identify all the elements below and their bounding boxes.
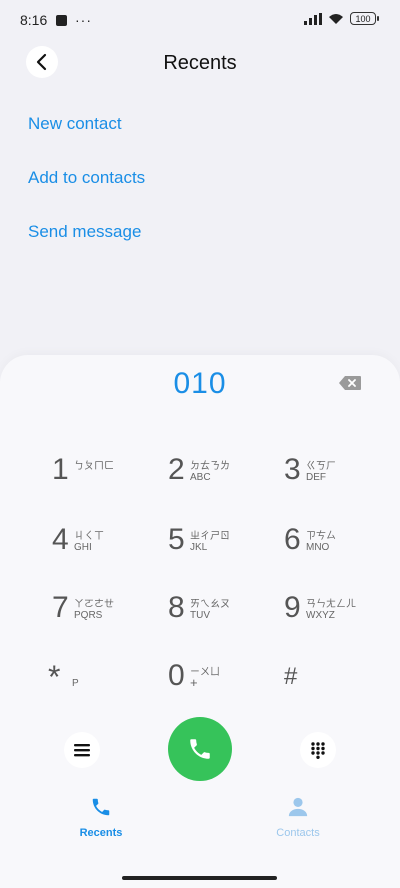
key-hash[interactable]: #	[284, 659, 400, 719]
tab-recents-label: Recents	[79, 827, 123, 839]
dialer-panel: 010 1 ㄅㄆㄇㄈ 2 ㄉㄊㄋㄌ ABC 3 ㄍㄎㄏ DEF 4 ㄐㄑㄒ GH…	[0, 355, 400, 888]
notification-icon	[56, 14, 67, 26]
key-6[interactable]: 6 ㄗㄘㄙ MNO	[284, 523, 400, 583]
key-1[interactable]: 1 ㄅㄆㄇㄈ	[52, 453, 172, 513]
add-to-contacts-link[interactable]: Add to contacts	[28, 166, 145, 220]
keypad-grid-icon	[311, 742, 325, 759]
key-5[interactable]: 5 ㄓㄔㄕㄖ JKL	[168, 523, 288, 583]
status-right-icons: 100	[304, 12, 379, 25]
key-8[interactable]: 8 ㄞㄟㄠㄡ TUV	[168, 591, 288, 651]
key-7[interactable]: 7 ㄚㄛㄜㄝ PQRS	[52, 591, 172, 651]
key-star[interactable]: * P	[48, 659, 168, 719]
status-left-icons: ···	[56, 12, 92, 28]
new-contact-link[interactable]: New contact	[28, 112, 145, 166]
tab-contacts[interactable]: Contacts	[248, 796, 348, 839]
battery-icon: 100	[350, 12, 379, 25]
key-2[interactable]: 2 ㄉㄊㄋㄌ ABC	[168, 453, 288, 513]
keypad-toggle-button[interactable]	[300, 732, 336, 768]
signal-icon	[304, 12, 322, 25]
dialer-controls	[0, 717, 400, 787]
status-bar: 8:16 ··· 100	[0, 0, 400, 40]
bottom-tab-bar: Recents Contacts	[0, 796, 400, 846]
person-icon	[288, 797, 308, 817]
key-9[interactable]: 9 ㄢㄣㄤㄥㄦ WXYZ	[284, 591, 400, 651]
key-0[interactable]: 0 ㄧㄨㄩ +	[168, 659, 288, 719]
page-title: Recents	[163, 52, 237, 74]
backspace-icon[interactable]	[338, 375, 362, 391]
tab-contacts-label: Contacts	[276, 827, 320, 839]
key-4[interactable]: 4 ㄐㄑㄒ GHI	[52, 523, 172, 583]
header: Recents	[0, 40, 400, 90]
status-time: 8:16	[20, 12, 48, 28]
home-indicator	[122, 876, 277, 880]
tab-recents[interactable]: Recents	[51, 796, 151, 839]
call-button[interactable]	[168, 717, 232, 781]
send-message-link[interactable]: Send message	[28, 220, 145, 274]
wifi-icon	[329, 13, 343, 24]
more-notifications-icon: ···	[75, 12, 92, 28]
key-3[interactable]: 3 ㄍㄎㄏ DEF	[284, 453, 400, 513]
menu-icon	[74, 744, 90, 757]
action-list: New contact Add to contacts Send message	[28, 112, 145, 274]
menu-button[interactable]	[64, 732, 100, 768]
phone-icon	[190, 739, 210, 759]
phone-tab-icon	[92, 798, 110, 816]
